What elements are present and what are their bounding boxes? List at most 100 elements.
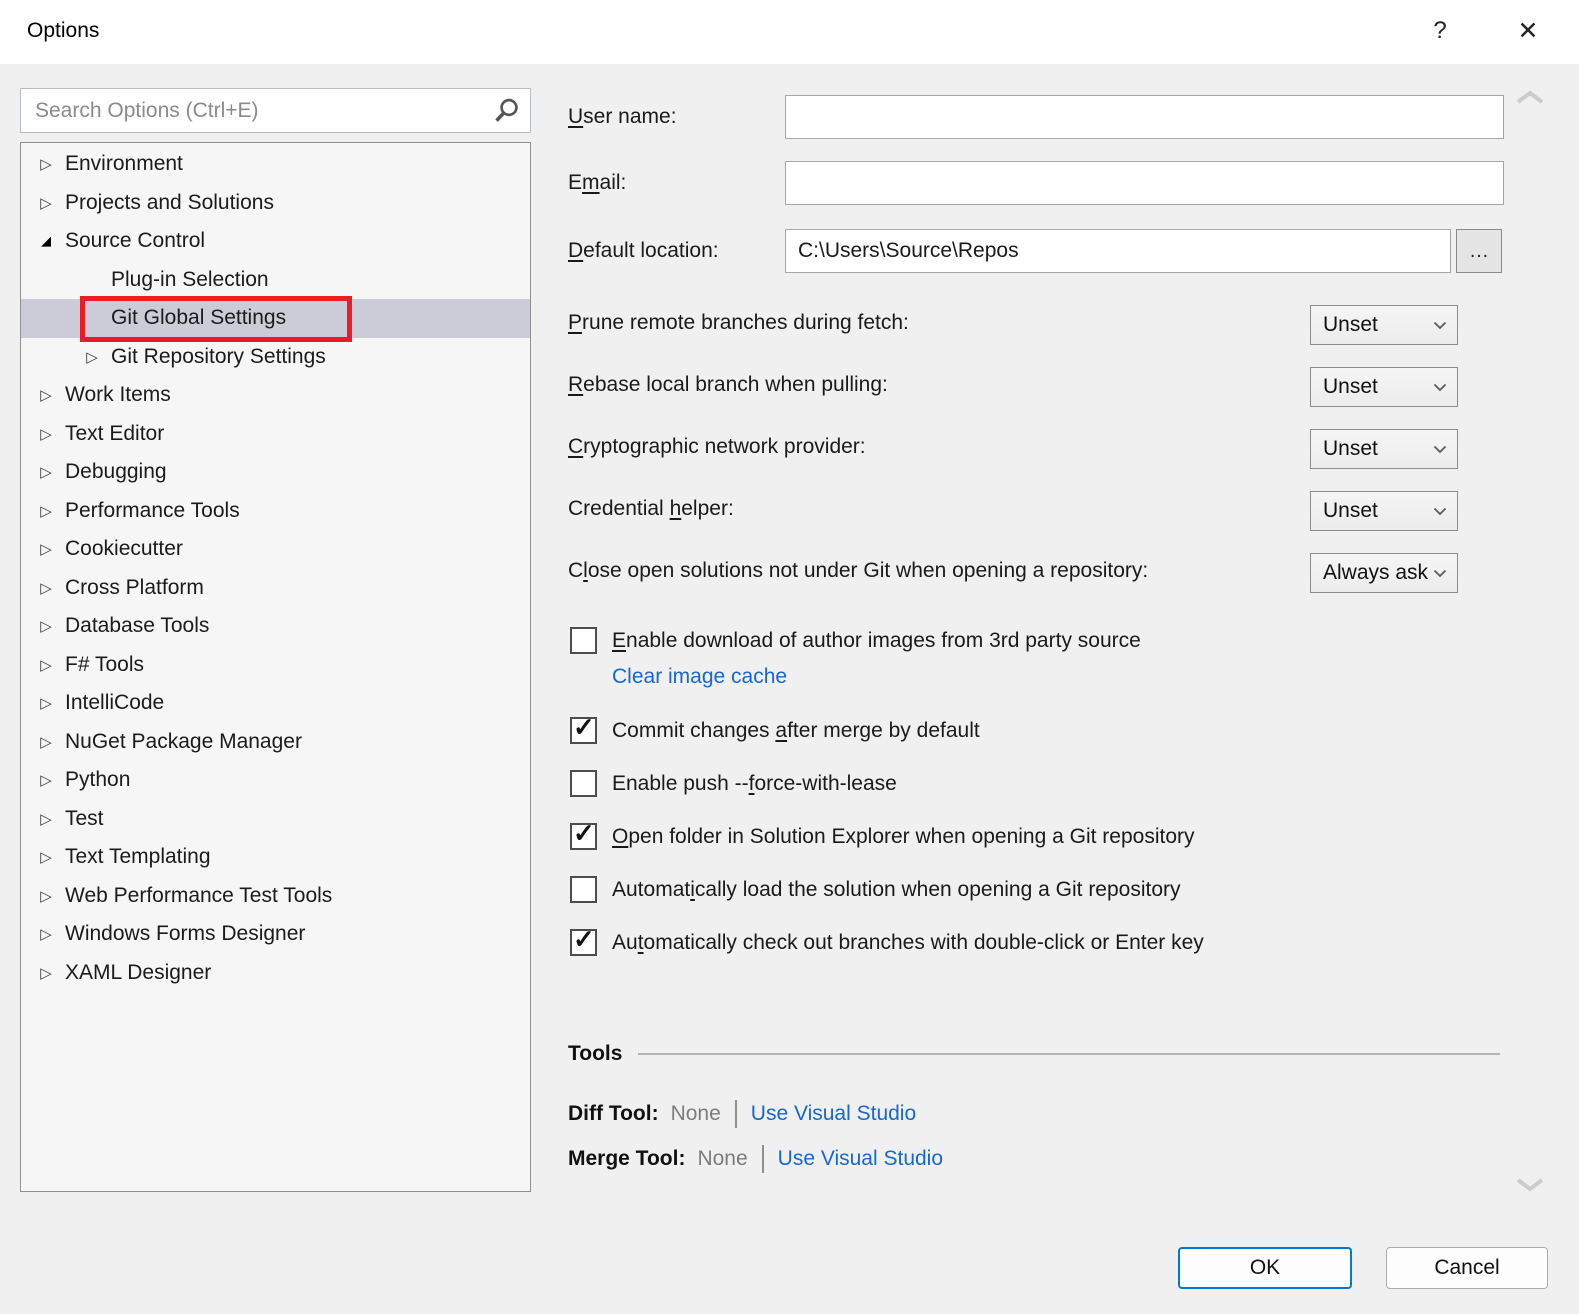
expander-collapsed-icon[interactable]: ▷ [37,579,55,597]
enable-push-force-with-lease-checkbox[interactable]: Enable push --force-with-lease [570,770,897,797]
expander-collapsed-icon[interactable]: ▷ [37,887,55,905]
auto-checkout-branches-checkbox[interactable]: ✓ Automatically check out branches with … [570,929,1204,956]
dialog-body: ▷Environment ▷Projects and Solutions ◢So… [0,64,1579,1314]
checkbox-unchecked[interactable] [570,770,597,797]
sidebar-item-plug-in-selection[interactable]: Plug-in Selection [21,261,530,300]
search-icon [490,96,522,133]
diff-tool-row: Diff Tool: None Use Visual Studio [568,1100,916,1128]
tools-section-header: Tools [568,1042,1500,1066]
chevron-down-icon [1433,321,1457,330]
scroll-down-chevron-icon[interactable] [1516,1178,1544,1197]
rebase-local-branch-dropdown[interactable]: Unset [1310,367,1458,407]
sidebar-item-xaml-designer[interactable]: ▷XAML Designer [21,954,530,993]
expander-collapsed-icon[interactable]: ▷ [37,463,55,481]
checkmark-icon: ✓ [573,712,595,743]
sidebar-item-git-global-settings[interactable]: Git Global Settings [21,299,530,338]
email-label: Email: [568,171,626,195]
checkmark-icon: ✓ [573,818,595,849]
close-open-solutions-label: Close open solutions not under Git when … [568,559,1148,583]
expander-collapsed-icon[interactable]: ▷ [83,348,101,366]
section-divider [638,1053,1500,1055]
sidebar-item-performance-tools[interactable]: ▷Performance Tools [21,492,530,531]
enable-author-images-checkbox[interactable]: Enable download of author images from 3r… [570,627,1141,654]
sidebar-item-database-tools[interactable]: ▷Database Tools [21,607,530,646]
scroll-up-chevron-icon[interactable] [1516,90,1544,109]
cryptographic-network-provider-dropdown[interactable]: Unset [1310,429,1458,469]
expander-collapsed-icon[interactable]: ▷ [37,964,55,982]
merge-tool-label: Merge Tool: [568,1147,685,1171]
checkbox-unchecked[interactable] [570,876,597,903]
user-name-field[interactable] [785,95,1504,139]
search-input[interactable] [21,89,485,132]
merge-tool-row: Merge Tool: None Use Visual Studio [568,1145,943,1173]
merge-tool-use-visual-studio-link[interactable]: Use Visual Studio [778,1147,943,1171]
divider [735,1100,737,1128]
sidebar-item-cross-platform[interactable]: ▷Cross Platform [21,569,530,608]
diff-tool-use-visual-studio-link[interactable]: Use Visual Studio [751,1102,916,1126]
expander-collapsed-icon[interactable]: ▷ [37,771,55,789]
cryptographic-network-provider-label: Cryptographic network provider: [568,435,866,459]
cancel-button[interactable]: Cancel [1386,1247,1548,1289]
close-open-solutions-dropdown[interactable]: Always ask [1310,553,1458,593]
close-icon[interactable]: ✕ [1505,8,1551,54]
expander-collapsed-icon[interactable]: ▷ [37,617,55,635]
expander-collapsed-icon[interactable]: ▷ [37,194,55,212]
auto-load-solution-checkbox[interactable]: Automatically load the solution when ope… [570,876,1181,903]
checkbox-checked[interactable]: ✓ [570,717,597,744]
expander-collapsed-icon[interactable]: ▷ [37,502,55,520]
search-box [20,88,531,133]
expander-collapsed-icon[interactable]: ▷ [37,848,55,866]
sidebar-item-work-items[interactable]: ▷Work Items [21,376,530,415]
sidebar-item-windows-forms-designer[interactable]: ▷Windows Forms Designer [21,915,530,954]
sidebar-item-nuget-package-manager[interactable]: ▷NuGet Package Manager [21,723,530,762]
expander-collapsed-icon[interactable]: ▷ [37,925,55,943]
sidebar-item-debugging[interactable]: ▷Debugging [21,453,530,492]
prune-remote-branches-label: Prune remote branches during fetch: [568,311,909,335]
sidebar-item-text-templating[interactable]: ▷Text Templating [21,838,530,877]
commit-after-merge-checkbox[interactable]: ✓ Commit changes after merge by default [570,717,980,744]
sidebar-item-source-control[interactable]: ◢Source Control [21,222,530,261]
sidebar-item-intellicode[interactable]: ▷IntelliCode [21,684,530,723]
sidebar-item-cookiecutter[interactable]: ▷Cookiecutter [21,530,530,569]
dialog-title: Options [27,19,99,43]
credential-helper-dropdown[interactable]: Unset [1310,491,1458,531]
diff-tool-label: Diff Tool: [568,1102,659,1126]
expander-expanded-icon[interactable]: ◢ [37,233,55,249]
sidebar-item-git-repository-settings[interactable]: ▷Git Repository Settings [21,338,530,377]
expander-collapsed-icon[interactable]: ▷ [37,425,55,443]
default-location-label: Default location: [568,239,719,263]
chevron-down-icon [1433,569,1457,578]
ok-button[interactable]: OK [1178,1247,1352,1289]
chevron-down-icon [1433,445,1457,454]
sidebar-item-python[interactable]: ▷Python [21,761,530,800]
chevron-down-icon [1433,507,1457,516]
checkbox-checked[interactable]: ✓ [570,929,597,956]
open-folder-solution-explorer-checkbox[interactable]: ✓ Open folder in Solution Explorer when … [570,823,1195,850]
checkbox-unchecked[interactable] [570,627,597,654]
clear-image-cache-link[interactable]: Clear image cache [612,665,787,689]
sidebar-item-fsharp-tools[interactable]: ▷F# Tools [21,646,530,685]
sidebar-item-text-editor[interactable]: ▷Text Editor [21,415,530,454]
expander-collapsed-icon[interactable]: ▷ [37,656,55,674]
sidebar-item-web-performance-test-tools[interactable]: ▷Web Performance Test Tools [21,877,530,916]
email-field[interactable] [785,161,1504,205]
sidebar-item-projects-and-solutions[interactable]: ▷Projects and Solutions [21,184,530,223]
checkbox-checked[interactable]: ✓ [570,823,597,850]
expander-collapsed-icon[interactable]: ▷ [37,694,55,712]
default-location-field[interactable] [785,229,1451,273]
browse-button[interactable]: … [1456,229,1502,273]
tools-title: Tools [568,1042,622,1066]
rebase-local-branch-label: Rebase local branch when pulling: [568,373,888,397]
prune-remote-branches-dropdown[interactable]: Unset [1310,305,1458,345]
sidebar-item-environment[interactable]: ▷Environment [21,145,530,184]
expander-collapsed-icon[interactable]: ▷ [37,540,55,558]
merge-tool-current: None [697,1147,747,1171]
expander-collapsed-icon[interactable]: ▷ [37,810,55,828]
expander-collapsed-icon[interactable]: ▷ [37,733,55,751]
checkmark-icon: ✓ [573,924,595,955]
sidebar-item-test[interactable]: ▷Test [21,800,530,839]
expander-collapsed-icon[interactable]: ▷ [37,386,55,404]
divider [762,1145,764,1173]
expander-collapsed-icon[interactable]: ▷ [37,155,55,173]
help-icon[interactable]: ? [1420,10,1460,52]
